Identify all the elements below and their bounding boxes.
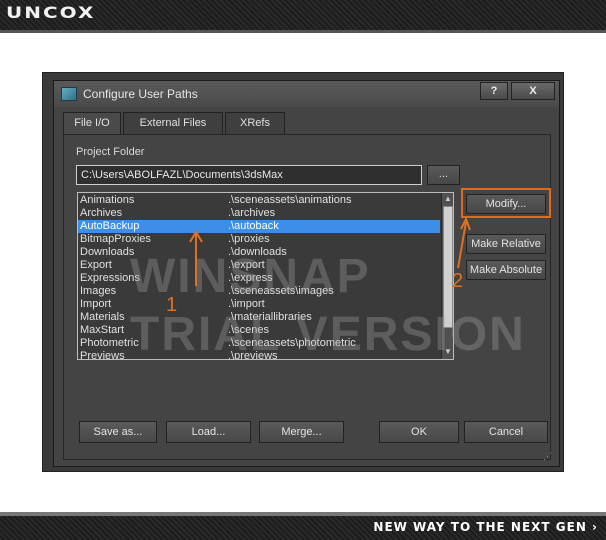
path-value: .\archives: [228, 207, 276, 219]
path-value: .\sceneassets\animations: [228, 194, 352, 206]
trial-watermark: WINSNAP TRIAL VERSION: [130, 248, 526, 364]
path-value: .\proxies: [228, 233, 270, 245]
path-value: .\autoback: [228, 220, 279, 232]
path-name: Export: [80, 259, 112, 271]
path-name: Previews: [80, 350, 125, 360]
save-as-button[interactable]: Save as...: [79, 421, 157, 443]
top-banner-divider: [0, 30, 606, 33]
list-item-selected[interactable]: AutoBackup .\autoback: [78, 220, 440, 233]
cancel-button[interactable]: Cancel: [464, 421, 548, 443]
tab-xrefs[interactable]: XRefs: [225, 112, 285, 134]
help-button[interactable]: ?: [480, 82, 508, 100]
load-button[interactable]: Load...: [166, 421, 251, 443]
path-name: MaxStart: [80, 324, 125, 336]
uncox-logo: UNCOX: [6, 3, 96, 23]
dialog-title: Configure User Paths: [83, 87, 198, 101]
modify-button[interactable]: Modify...: [466, 194, 546, 214]
path-name: Downloads: [80, 246, 135, 258]
annotation-step-1: 1: [166, 294, 178, 316]
dialog-titlebar: Configure User Paths ? X: [54, 81, 559, 107]
tab-external-files[interactable]: External Files: [123, 112, 223, 134]
path-name: Materials: [80, 311, 125, 323]
project-folder-field[interactable]: C:\Users\ABOLFAZL\Documents\3dsMax: [76, 165, 422, 185]
path-name: Animations: [80, 194, 135, 206]
path-name: Import: [80, 298, 112, 310]
path-name: BitmapProxies: [80, 233, 151, 245]
merge-button[interactable]: Merge...: [259, 421, 344, 443]
watermark-line-1: WINSNAP: [130, 250, 371, 303]
list-item[interactable]: Archives .\archives: [78, 207, 440, 220]
path-name: AutoBackup: [80, 220, 140, 232]
tagline: NEW WAY TO THE NEXT GEN ›: [373, 520, 598, 534]
watermark-line-2: TRIAL VERSION: [130, 308, 526, 361]
close-button[interactable]: X: [511, 82, 555, 100]
resize-grip-icon[interactable]: ⋰: [543, 451, 557, 465]
3dsmax-app-icon: [61, 87, 77, 101]
tab-file-io[interactable]: File I/O: [63, 112, 121, 135]
browse-button[interactable]: ...: [427, 165, 460, 185]
project-folder-label: Project Folder: [76, 146, 145, 158]
path-name: Archives: [80, 207, 123, 219]
scroll-up-icon[interactable]: ▲: [443, 193, 453, 205]
ok-button[interactable]: OK: [379, 421, 459, 443]
list-item[interactable]: Animations .\sceneassets\animations: [78, 194, 440, 207]
path-name: Images: [80, 285, 117, 297]
annotation-step-2: 2: [452, 270, 464, 292]
list-item[interactable]: BitmapProxies .\proxies: [78, 233, 440, 246]
